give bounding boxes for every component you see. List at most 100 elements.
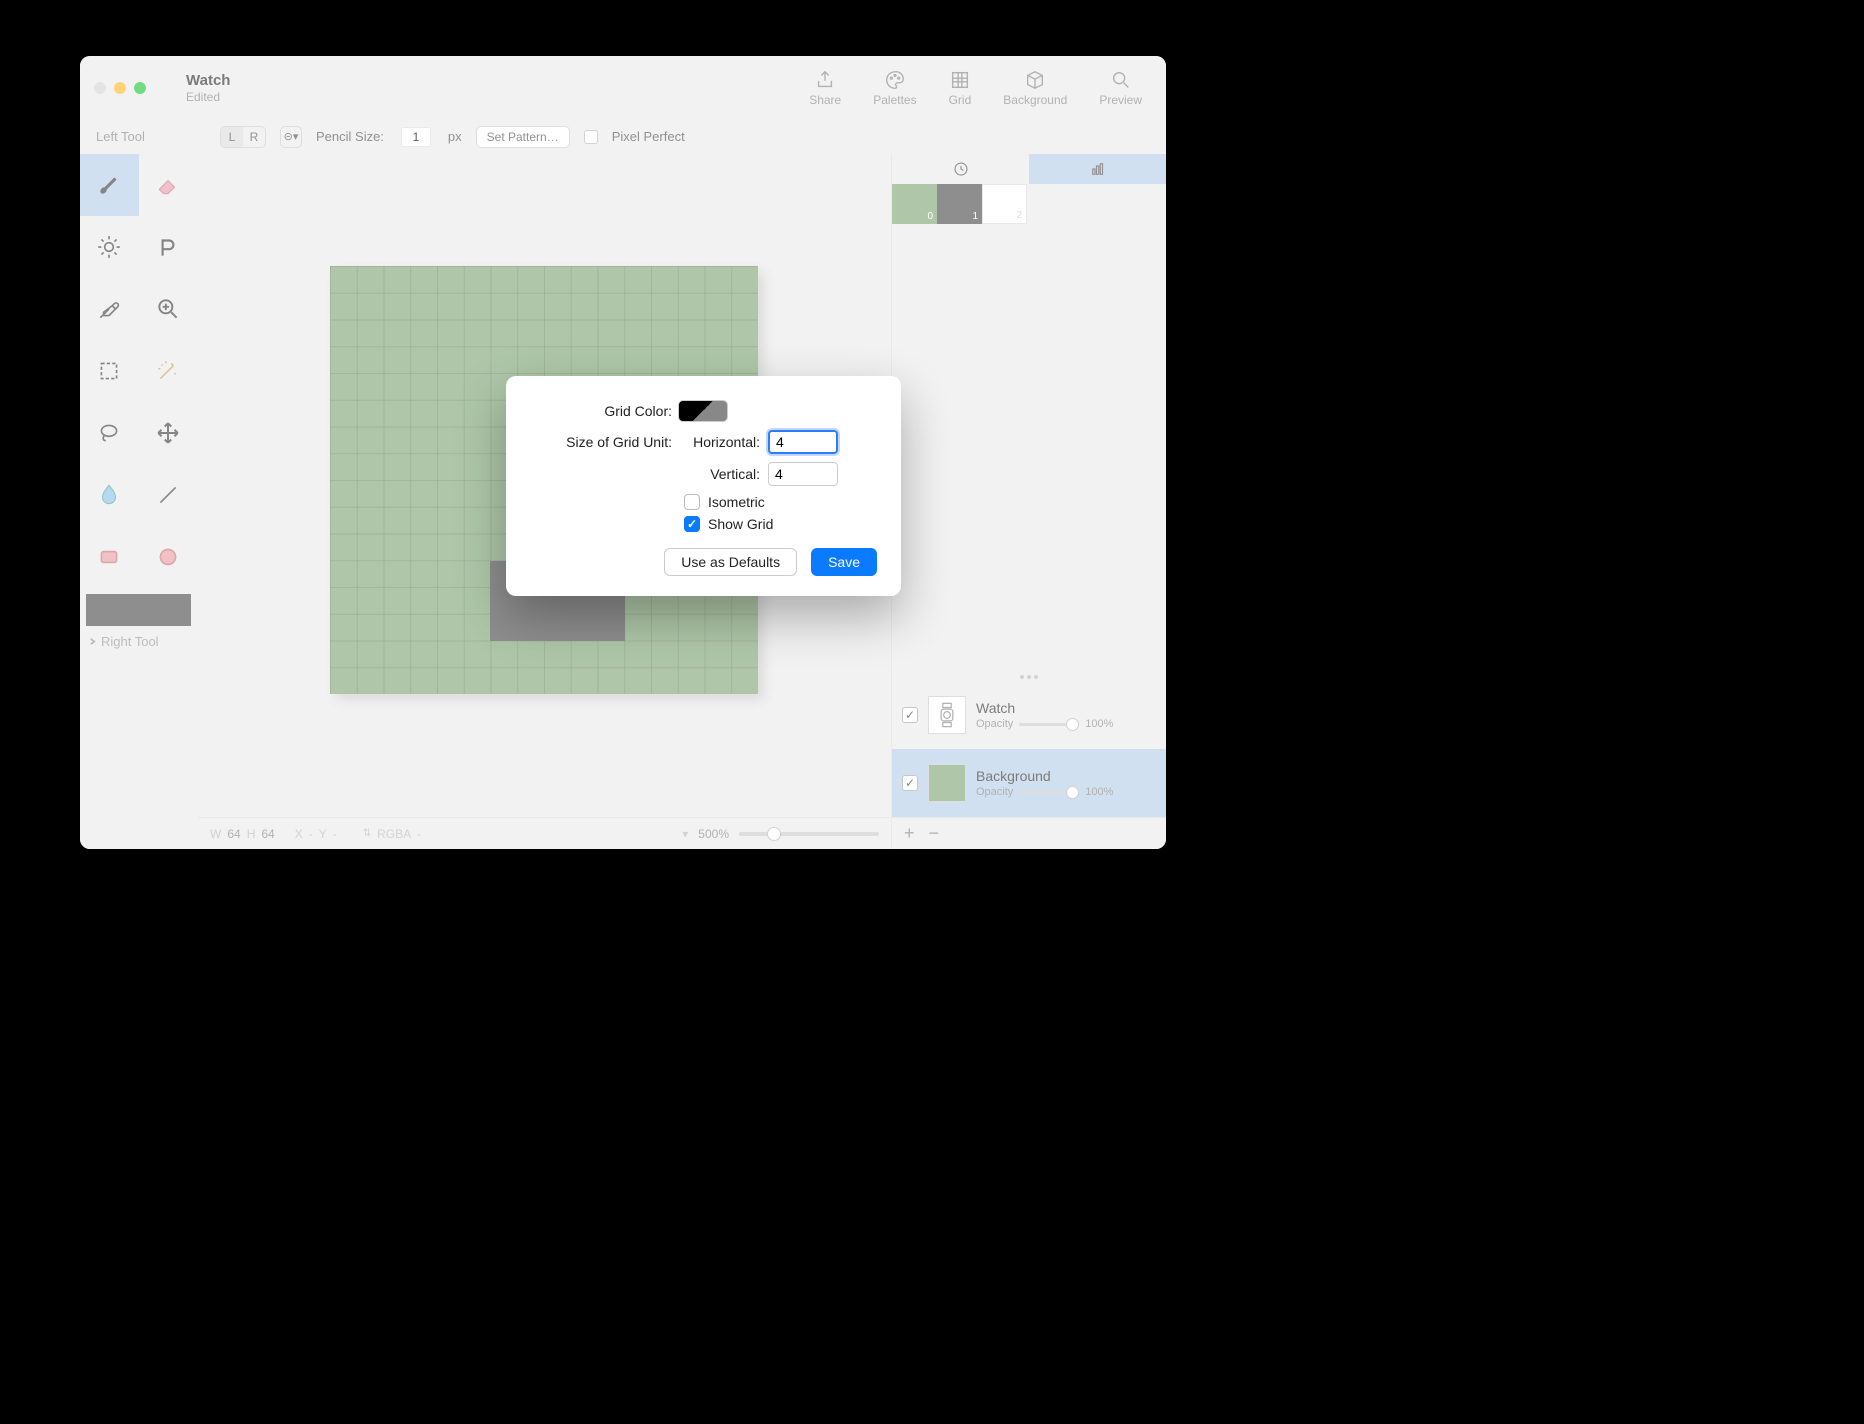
layer-watch-name: Watch <box>976 700 1156 716</box>
tool-wand[interactable] <box>139 340 198 402</box>
zoom-slider[interactable] <box>739 832 879 836</box>
lasso-icon <box>96 420 122 446</box>
tab-layers[interactable] <box>1029 154 1166 184</box>
tool-eyedropper[interactable] <box>80 278 139 340</box>
pixel-perfect-checkbox[interactable] <box>584 130 598 144</box>
layer-background-visible-checkbox[interactable]: ✓ <box>902 775 918 791</box>
zoom-slider-knob[interactable] <box>767 827 781 841</box>
tool-lasso[interactable] <box>80 402 139 464</box>
layer-watch-visible-checkbox[interactable]: ✓ <box>902 707 918 723</box>
grid-icon <box>949 69 971 91</box>
marquee-icon <box>96 358 122 384</box>
swatch-1-idx: 1 <box>972 211 978 222</box>
pixel-perfect-label: Pixel Perfect <box>612 129 685 144</box>
layer-background-opacity-label: Opacity <box>976 786 1013 798</box>
tab-history[interactable] <box>892 154 1029 184</box>
swatch-2[interactable]: 2 <box>982 184 1027 224</box>
brush-dropdown[interactable]: ⊝▾ <box>280 126 302 148</box>
ellipse-icon <box>155 544 181 570</box>
layers-list: ✓ Watch Opacity 100% ✓ B <box>892 681 1166 817</box>
right-sidebar: 0 1 2 ✓ Watch Opacity 100% <box>891 154 1166 849</box>
palette-swatches: 0 1 2 <box>892 184 1166 224</box>
minimize-window-button[interactable] <box>114 82 126 94</box>
pencil-size-input[interactable] <box>401 127 431 147</box>
close-window-button[interactable] <box>94 82 106 94</box>
app-window: Watch Edited Share Palettes Grid Backgro… <box>80 56 1166 849</box>
isometric-checkbox[interactable] <box>684 494 700 510</box>
vertical-label: Vertical: <box>678 466 768 482</box>
vertical-input[interactable] <box>768 462 838 486</box>
right-tool-label: Right Tool <box>101 634 159 649</box>
tool-ellipse[interactable] <box>139 526 198 588</box>
pencil-size-unit: px <box>448 129 462 144</box>
palettes-button[interactable]: Palettes <box>873 69 916 107</box>
status-bar: W 64 H 64 X - Y - ⇅ RGBA - ▾ 500% <box>198 817 891 849</box>
tool-move[interactable] <box>139 402 198 464</box>
updown-icon[interactable]: ⇅ <box>363 828 371 839</box>
layer-watch[interactable]: ✓ Watch Opacity 100% <box>892 681 1166 749</box>
status-x-label: X <box>295 827 303 841</box>
watch-icon <box>937 701 957 729</box>
current-color-swatch[interactable] <box>86 594 191 626</box>
horizontal-input[interactable] <box>768 430 838 454</box>
l-segment[interactable]: L <box>221 127 243 147</box>
eyedropper-icon <box>96 296 122 322</box>
status-w: 64 <box>227 827 240 841</box>
layer-watch-opacity: 100% <box>1085 718 1113 730</box>
tool-rect[interactable] <box>80 526 139 588</box>
sun-icon <box>96 234 122 260</box>
option-bar: Left Tool L R ⊝▾ Pencil Size: px Set Pat… <box>80 120 1166 154</box>
show-grid-checkbox[interactable] <box>684 516 700 532</box>
layers-drag-handle[interactable] <box>892 673 1166 681</box>
rect-icon <box>96 544 122 570</box>
zoom-glyph[interactable]: ▾ <box>682 827 688 841</box>
maximize-window-button[interactable] <box>134 82 146 94</box>
left-tool-label: Left Tool <box>96 129 206 144</box>
preview-button[interactable]: Preview <box>1099 69 1142 107</box>
isometric-label: Isometric <box>708 494 765 510</box>
set-pattern-button[interactable]: Set Pattern… <box>476 126 570 148</box>
status-mode-val: - <box>417 827 421 841</box>
grid-button[interactable]: Grid <box>949 69 972 107</box>
tool-text[interactable] <box>139 216 198 278</box>
right-tool-disclosure[interactable]: Right Tool <box>80 626 197 657</box>
window-controls <box>94 82 146 94</box>
layer-watch-opacity-knob[interactable] <box>1066 718 1079 731</box>
remove-layer-button[interactable]: − <box>929 823 940 844</box>
zoom-icon <box>155 296 181 322</box>
tool-marquee[interactable] <box>80 340 139 402</box>
tool-eraser[interactable] <box>139 154 198 216</box>
layer-background[interactable]: ✓ Background Opacity 100% <box>892 749 1166 817</box>
status-y: - <box>333 827 337 841</box>
preview-label: Preview <box>1099 93 1142 107</box>
swatch-0-idx: 0 <box>927 211 933 222</box>
swatch-0[interactable]: 0 <box>892 184 937 224</box>
share-button[interactable]: Share <box>809 69 841 107</box>
toolbar: Share Palettes Grid Background Preview <box>809 69 1152 107</box>
tool-lighten[interactable] <box>80 216 139 278</box>
background-button[interactable]: Background <box>1003 69 1067 107</box>
palette-icon <box>884 69 906 91</box>
layer-background-thumb <box>928 764 966 802</box>
layer-watch-thumb <box>928 696 966 734</box>
bars-icon <box>1089 160 1107 178</box>
layer-background-opacity-slider[interactable] <box>1019 791 1079 794</box>
swatch-1[interactable]: 1 <box>937 184 982 224</box>
status-h: 64 <box>261 827 274 841</box>
add-layer-button[interactable]: + <box>904 823 915 844</box>
grid-color-well[interactable] <box>678 400 728 422</box>
pencil-size-label: Pencil Size: <box>316 129 384 144</box>
save-button[interactable]: Save <box>811 548 877 576</box>
layer-background-opacity-knob[interactable] <box>1066 786 1079 799</box>
layer-watch-opacity-slider[interactable] <box>1019 723 1079 726</box>
line-icon <box>155 482 181 508</box>
lr-toggle[interactable]: L R <box>220 126 266 148</box>
eraser-icon <box>155 172 181 198</box>
tool-zoom[interactable] <box>139 278 198 340</box>
status-w-label: W <box>210 827 221 841</box>
tool-brush[interactable] <box>80 154 139 216</box>
tool-drop[interactable] <box>80 464 139 526</box>
r-segment[interactable]: R <box>243 127 265 147</box>
use-as-defaults-button[interactable]: Use as Defaults <box>664 548 797 576</box>
tool-line[interactable] <box>139 464 198 526</box>
